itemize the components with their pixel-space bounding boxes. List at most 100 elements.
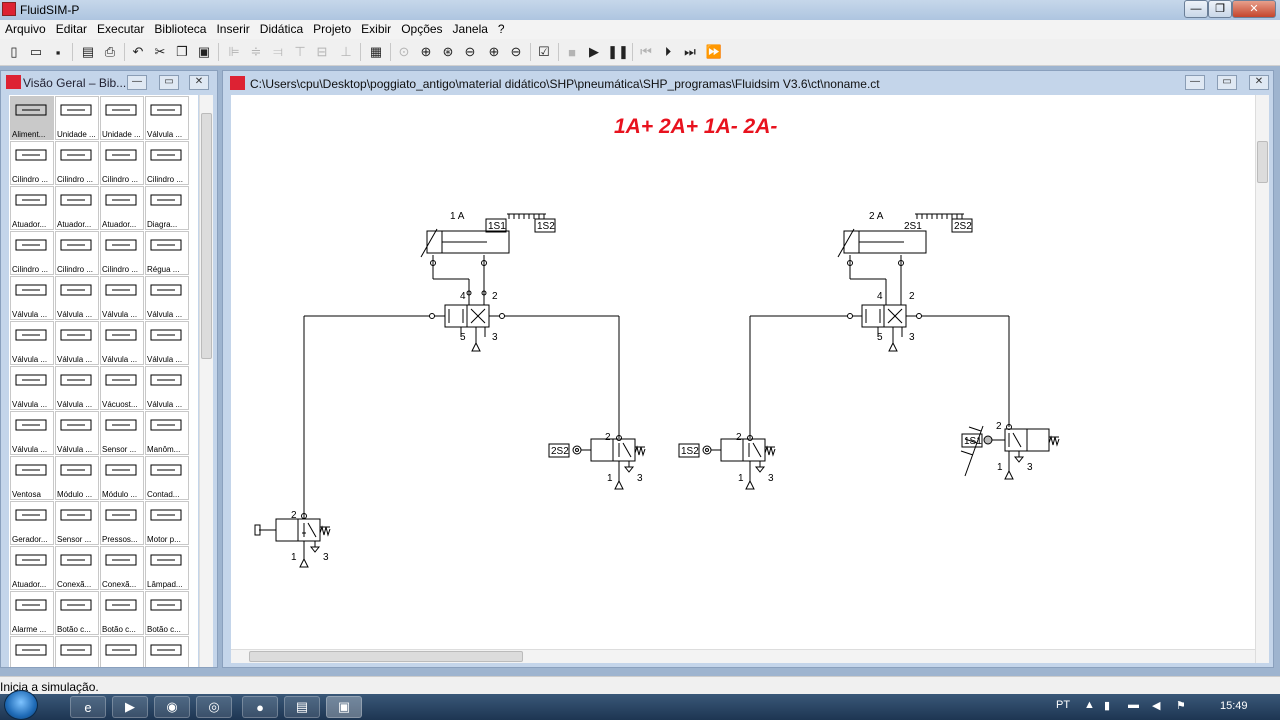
- library-item[interactable]: Conexã...: [55, 546, 99, 590]
- library-item[interactable]: Vácuost...: [100, 366, 144, 410]
- library-item[interactable]: Atuador...: [100, 186, 144, 230]
- pause-icon[interactable]: ❚❚: [607, 42, 629, 62]
- circuit-minimize-button[interactable]: —: [1185, 75, 1205, 90]
- library-scrollbar[interactable]: [199, 95, 213, 667]
- language-indicator[interactable]: PT: [1056, 699, 1070, 711]
- menu-didatica[interactable]: Didática: [255, 20, 308, 36]
- library-item[interactable]: Cilindro ...: [145, 141, 189, 185]
- library-item[interactable]: Botão c...: [100, 591, 144, 635]
- align-top-icon[interactable]: ⊤: [290, 42, 310, 62]
- zoom-in-icon[interactable]: ⊕: [484, 42, 504, 62]
- print-icon[interactable]: ⎙: [100, 42, 120, 62]
- print-preview-icon[interactable]: ▤: [78, 42, 98, 62]
- library-item[interactable]: Válvula ...: [10, 366, 54, 410]
- signal-icon[interactable]: ▮: [1104, 699, 1110, 712]
- library-item[interactable]: Aliment...: [10, 96, 54, 140]
- library-item[interactable]: Régua ...: [145, 231, 189, 275]
- library-item[interactable]: Cilindro ...: [55, 141, 99, 185]
- library-item[interactable]: Válvula ...: [55, 366, 99, 410]
- step-icon[interactable]: ⏵: [658, 42, 678, 62]
- circuit-horizontal-scrollbar[interactable]: [231, 649, 1255, 663]
- step-state-icon[interactable]: ⏭: [680, 42, 700, 62]
- zoom-all-icon[interactable]: ⊛: [438, 42, 458, 62]
- library-item[interactable]: Diagra...: [145, 186, 189, 230]
- library-item[interactable]: Válvula ...: [10, 411, 54, 455]
- chrome-icon[interactable]: ◉: [154, 696, 190, 718]
- align-bottom-icon[interactable]: ⊥: [336, 42, 356, 62]
- library-item[interactable]: Alarme ...: [10, 591, 54, 635]
- library-item[interactable]: Válvula ...: [55, 411, 99, 455]
- menu-projeto[interactable]: Projeto: [308, 20, 356, 36]
- save-icon[interactable]: ▪: [48, 42, 68, 62]
- library-item[interactable]: Módulo ...: [100, 456, 144, 500]
- library-item[interactable]: Válvula ...: [145, 366, 189, 410]
- browser-icon[interactable]: ◎: [196, 696, 232, 718]
- library-item[interactable]: Atuador...: [55, 186, 99, 230]
- tray-arrow-icon[interactable]: ▲: [1084, 699, 1095, 711]
- library-item[interactable]: Atuador...: [10, 186, 54, 230]
- cut-icon[interactable]: ✂: [150, 42, 170, 62]
- cylinder-1A[interactable]: [420, 228, 510, 263]
- valve-1S2[interactable]: [678, 435, 776, 490]
- open-folder-icon[interactable]: ▭: [26, 42, 46, 62]
- clock-time[interactable]: 15:49: [1220, 700, 1248, 712]
- library-close-button[interactable]: ✕: [189, 75, 209, 90]
- library-item[interactable]: Botão c...: [55, 591, 99, 635]
- library-item[interactable]: Manôm...: [145, 411, 189, 455]
- library-item[interactable]: Válvula ...: [145, 276, 189, 320]
- circuit-vertical-scrollbar[interactable]: [1255, 95, 1269, 663]
- paste-icon[interactable]: ▣: [194, 42, 214, 62]
- library-item[interactable]: Válvula ...: [145, 321, 189, 365]
- align-right-icon[interactable]: ⫤: [268, 42, 288, 62]
- menu-help[interactable]: ?: [493, 20, 510, 36]
- fluidsim-taskbar-icon[interactable]: ▣: [326, 696, 362, 718]
- align-left-icon[interactable]: ⊫: [224, 42, 244, 62]
- library-item[interactable]: Gerador...: [10, 501, 54, 545]
- library-item[interactable]: Válvula ...: [55, 321, 99, 365]
- library-item[interactable]: Válvula ...: [55, 276, 99, 320]
- library-item[interactable]: [55, 636, 99, 667]
- cylinder-2A[interactable]: [837, 228, 927, 263]
- network-icon[interactable]: ▬: [1128, 699, 1139, 711]
- align-center-icon[interactable]: ≑: [246, 42, 266, 62]
- firefox-icon[interactable]: ●: [242, 696, 278, 718]
- library-item[interactable]: Cilindro ...: [100, 231, 144, 275]
- stop-icon[interactable]: ■: [562, 42, 582, 62]
- check-drawing-icon[interactable]: ☑: [534, 42, 554, 62]
- library-item[interactable]: [145, 636, 189, 667]
- circuit-close-button[interactable]: ✕: [1249, 75, 1269, 90]
- menu-opcoes[interactable]: Opções: [396, 20, 447, 36]
- library-item[interactable]: Atuador...: [10, 546, 54, 590]
- menu-arquivo[interactable]: Arquivo: [0, 20, 51, 36]
- volume-icon[interactable]: ◀: [1152, 699, 1160, 712]
- library-item[interactable]: [100, 636, 144, 667]
- zoom-previous-icon[interactable]: ⊖: [460, 42, 480, 62]
- menu-executar[interactable]: Executar: [92, 20, 149, 36]
- library-item[interactable]: Motor p...: [145, 501, 189, 545]
- library-item[interactable]: [10, 636, 54, 667]
- circuit-maximize-button[interactable]: ▭: [1217, 75, 1237, 90]
- library-maximize-button[interactable]: ▭: [159, 75, 179, 90]
- library-item[interactable]: Sensor ...: [100, 411, 144, 455]
- library-item[interactable]: Pressos...: [100, 501, 144, 545]
- menu-biblioteca[interactable]: Biblioteca: [149, 20, 211, 36]
- menu-editar[interactable]: Editar: [51, 20, 92, 36]
- valve-1S1[interactable]: [960, 424, 1060, 480]
- library-item[interactable]: Cilindro ...: [10, 231, 54, 275]
- library-item[interactable]: Módulo ...: [55, 456, 99, 500]
- library-item[interactable]: Lâmpad...: [145, 546, 189, 590]
- library-item[interactable]: Cilindro ...: [100, 141, 144, 185]
- library-item[interactable]: Botão c...: [145, 591, 189, 635]
- library-item[interactable]: Unidade ...: [55, 96, 99, 140]
- library-item[interactable]: Válvula ...: [100, 321, 144, 365]
- menu-janela[interactable]: Janela: [448, 20, 493, 36]
- start-button[interactable]: [4, 690, 38, 720]
- grid-icon[interactable]: ▦: [366, 42, 386, 62]
- fast-forward-icon[interactable]: ⏩: [704, 42, 724, 62]
- new-file-icon[interactable]: ▯: [4, 42, 24, 62]
- explorer-icon[interactable]: ▤: [284, 696, 320, 718]
- ie-icon[interactable]: e: [70, 696, 106, 718]
- valve-2S2[interactable]: [548, 435, 646, 490]
- maximize-button[interactable]: ❐: [1208, 0, 1232, 18]
- flag-icon[interactable]: ⚑: [1176, 699, 1186, 712]
